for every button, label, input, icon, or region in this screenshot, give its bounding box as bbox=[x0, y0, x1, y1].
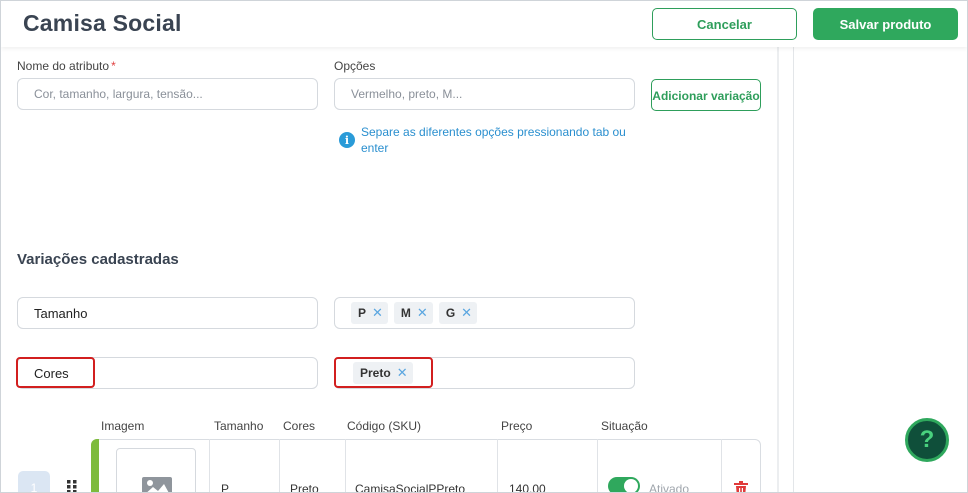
help-button[interactable]: ? bbox=[905, 418, 949, 462]
hint-text: Separe as diferentes opções pressionando… bbox=[361, 125, 626, 155]
panel-divider bbox=[777, 47, 779, 492]
attribute-name-label: Nome do atributo * bbox=[17, 59, 116, 73]
variation-options-field-size[interactable]: P ✕ M ✕ G ✕ bbox=[334, 297, 635, 329]
toggle-knob bbox=[624, 479, 638, 492]
option-chip: Preto ✕ bbox=[353, 362, 413, 384]
options-hint: i Separe as diferentes opções pressionan… bbox=[339, 124, 639, 156]
cancel-button[interactable]: Cancelar bbox=[652, 8, 797, 40]
option-chip: G ✕ bbox=[438, 302, 478, 324]
close-icon[interactable]: ✕ bbox=[397, 366, 408, 381]
chip-label: P bbox=[358, 306, 367, 320]
row-index-badge: 1 bbox=[18, 471, 50, 492]
column-divider bbox=[279, 439, 280, 492]
variation-attribute-field-size[interactable]: Tamanho bbox=[17, 297, 318, 329]
info-icon: i bbox=[339, 132, 355, 148]
cell-color: Preto bbox=[290, 482, 319, 493]
attribute-name-input[interactable]: Cor, tamanho, largura, tensão... bbox=[17, 78, 318, 110]
chip-label: M bbox=[400, 306, 411, 320]
top-bar: Camisa Social Cancelar Salvar produto bbox=[1, 1, 967, 47]
options-input[interactable]: Vermelho, preto, M... bbox=[334, 78, 635, 110]
option-chip: M ✕ bbox=[393, 302, 433, 324]
app-window: Camisa Social Cancelar Salvar produto No… bbox=[0, 0, 968, 493]
column-divider bbox=[597, 439, 598, 492]
variation-options-field-color[interactable]: Preto ✕ bbox=[334, 357, 635, 389]
page-title: Camisa Social bbox=[23, 10, 182, 36]
status-label: Ativado bbox=[649, 482, 690, 493]
column-divider bbox=[209, 439, 210, 492]
chip-label: G bbox=[445, 306, 456, 320]
variations-section-title: Variações cadastradas bbox=[17, 251, 179, 268]
column-header-sku: Código (SKU) bbox=[347, 419, 422, 433]
chip-label: Preto bbox=[360, 366, 391, 380]
drag-handle-icon[interactable] bbox=[67, 480, 77, 493]
options-label: Opções bbox=[334, 59, 376, 73]
cell-sku[interactable]: CamisaSocialPPreto bbox=[355, 482, 465, 492]
cell-size: P bbox=[221, 482, 230, 493]
column-header-color: Cores bbox=[283, 419, 316, 433]
column-divider bbox=[497, 439, 498, 492]
column-header-status: Situação bbox=[601, 419, 648, 433]
option-chip: P ✕ bbox=[351, 302, 388, 324]
column-header-image: Imagem bbox=[101, 419, 145, 433]
variation-attribute-field-color[interactable]: Cores bbox=[17, 357, 318, 389]
add-variation-button[interactable]: Adicionar variação bbox=[651, 79, 761, 111]
sidebar-border bbox=[793, 47, 794, 492]
image-placeholder-icon bbox=[142, 477, 172, 492]
close-icon[interactable]: ✕ bbox=[417, 306, 428, 321]
save-product-button[interactable]: Salvar produto bbox=[813, 8, 958, 40]
column-header-price: Preço bbox=[501, 419, 533, 433]
row-active-strip bbox=[91, 439, 99, 492]
cell-price[interactable]: 140.00 bbox=[509, 482, 546, 492]
image-upload-box[interactable] bbox=[116, 448, 196, 492]
required-mark: * bbox=[111, 59, 116, 73]
close-icon[interactable]: ✕ bbox=[372, 306, 383, 321]
column-divider bbox=[345, 439, 346, 492]
column-header-size: Tamanho bbox=[214, 419, 264, 433]
status-toggle[interactable] bbox=[608, 477, 640, 492]
close-icon[interactable]: ✕ bbox=[461, 306, 472, 321]
column-divider bbox=[721, 439, 722, 492]
trash-icon[interactable] bbox=[734, 481, 748, 493]
